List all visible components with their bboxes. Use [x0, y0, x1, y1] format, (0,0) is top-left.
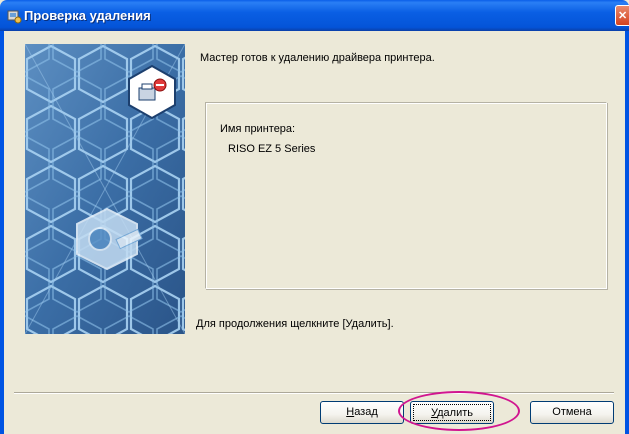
close-icon: ✕ [618, 10, 628, 22]
back-button[interactable]: Назад [320, 401, 404, 424]
setup-icon [7, 10, 22, 24]
printer-name-value: RISO EZ 5 Series [228, 143, 316, 155]
cancel-button[interactable]: Отмена [530, 401, 614, 424]
close-button[interactable]: ✕ [615, 5, 629, 26]
intro-text: Мастер готов к удалению драйвера принтер… [200, 52, 435, 64]
button-divider [14, 392, 614, 394]
title-bar[interactable]: Проверка удаления ✕ [0, 0, 629, 31]
back-accel: Н [346, 406, 355, 418]
printer-name-label: Имя принтера: [220, 123, 296, 135]
window-title: Проверка удаления [24, 8, 151, 23]
back-label: азад [354, 406, 378, 418]
delete-label: далить [437, 407, 473, 419]
focus-rect: Удалить [413, 404, 491, 421]
uninstall-confirm-dialog: Проверка удаления ✕ Мастер готов к удале… [0, 0, 629, 434]
wizard-banner-image [25, 44, 185, 334]
printer-info-panel: Имя принтера: RISO EZ 5 Series [205, 102, 607, 289]
delete-button[interactable]: Удалить [410, 401, 494, 424]
continue-instruction: Для продолжения щелкните [Удалить]. [196, 318, 394, 330]
